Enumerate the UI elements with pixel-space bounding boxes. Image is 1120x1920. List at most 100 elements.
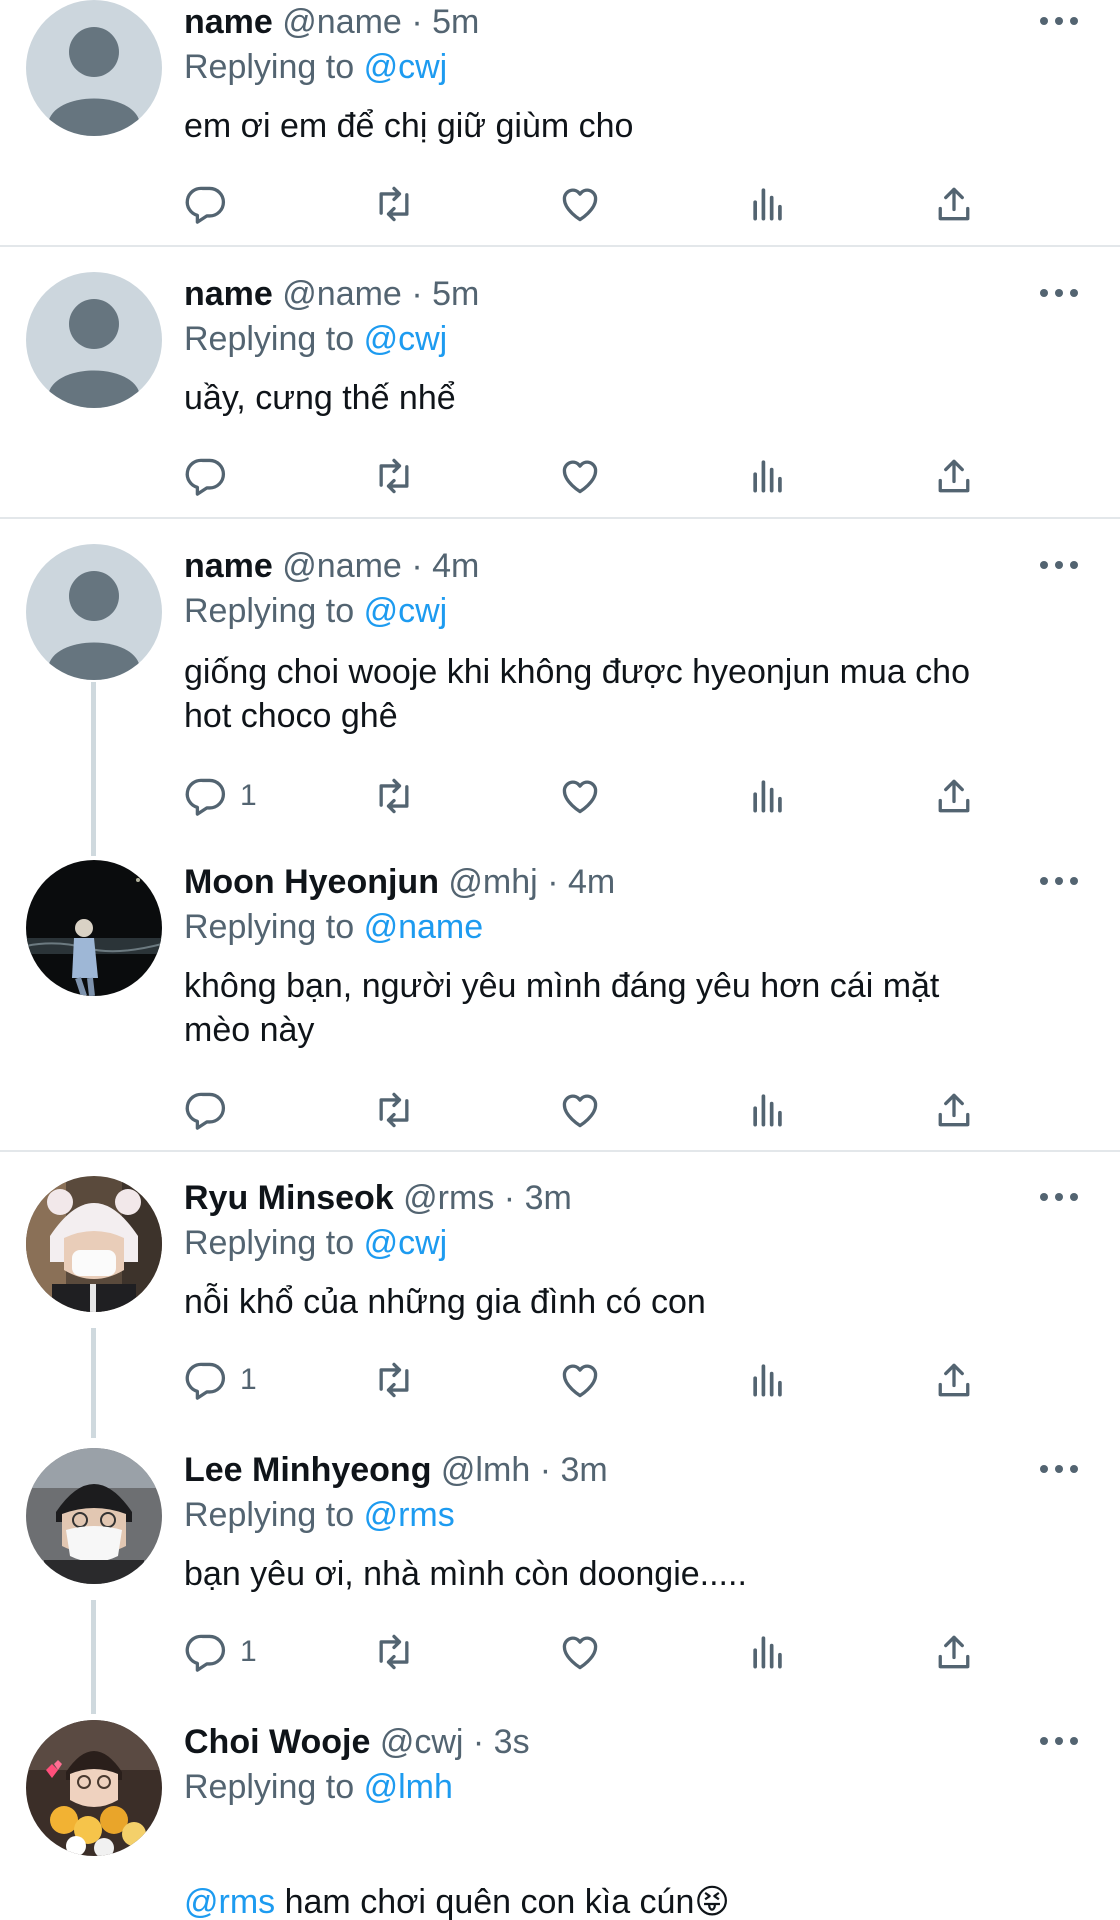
retweet-button[interactable] (372, 1354, 416, 1406)
handle[interactable]: @cwj (380, 1723, 464, 1761)
share-icon (938, 779, 970, 813)
avatar[interactable] (26, 1448, 162, 1584)
tweet[interactable]: name @name · 5m Replying to @cwj em ơi e… (0, 0, 1120, 245)
like-button[interactable] (558, 770, 602, 822)
replying-to: Replying to @cwj (184, 589, 447, 633)
separator: · (547, 863, 559, 901)
replying-to-mention[interactable]: @cwj (364, 1224, 448, 1262)
views-button[interactable] (746, 1626, 790, 1678)
like-button[interactable] (558, 1084, 602, 1136)
reply-button[interactable]: 1 (184, 1626, 257, 1678)
retweet-button[interactable] (372, 178, 416, 230)
avatar[interactable] (26, 544, 162, 680)
display-name[interactable]: name (184, 547, 273, 585)
reply-button[interactable] (184, 178, 240, 230)
replying-to-mention[interactable]: @lmh (364, 1768, 453, 1806)
timestamp[interactable]: 3s (494, 1723, 530, 1761)
replying-prefix: Replying to (184, 48, 355, 86)
text-mention[interactable]: @rms (184, 1883, 275, 1920)
avatar[interactable] (26, 1176, 162, 1312)
timestamp[interactable]: 5m (432, 3, 479, 41)
share-button[interactable] (932, 178, 976, 230)
share-icon (938, 1635, 970, 1669)
display-name[interactable]: Lee Minhyeong (184, 1451, 431, 1489)
timestamp[interactable]: 4m (432, 547, 479, 585)
avatar[interactable] (26, 1720, 162, 1856)
replying-to-mention[interactable]: @cwj (364, 592, 448, 630)
default-avatar-icon (26, 0, 162, 136)
like-button[interactable] (558, 1626, 602, 1678)
avatar[interactable] (26, 272, 162, 408)
timestamp[interactable]: 3m (560, 1451, 607, 1489)
share-button[interactable] (932, 1626, 976, 1678)
tweet[interactable]: Lee Minhyeong @lmh · 3m Replying to @rms… (0, 1448, 1120, 1708)
display-name[interactable]: Choi Wooje (184, 1723, 370, 1761)
divider (0, 245, 1120, 247)
like-icon (562, 188, 598, 222)
tweet[interactable]: Moon Hyeonjun @mhj · 4m Replying to @nam… (0, 860, 1120, 1150)
timestamp[interactable]: 5m (432, 275, 479, 313)
reply-button[interactable] (184, 1084, 240, 1136)
retweet-icon (379, 1362, 409, 1398)
replying-prefix: Replying to (184, 1768, 355, 1806)
retweet-button[interactable] (372, 450, 416, 502)
retweet-button[interactable] (372, 1626, 416, 1678)
reply-button[interactable]: 1 (184, 1354, 257, 1406)
more-icon[interactable] (1036, 550, 1082, 580)
share-button[interactable] (932, 450, 976, 502)
replying-to-mention[interactable]: @name (364, 908, 484, 946)
share-button[interactable] (932, 1084, 976, 1136)
display-name[interactable]: Moon Hyeonjun (184, 863, 439, 901)
tweet[interactable]: name @name · 4m Replying to @cwj giống c… (0, 544, 1120, 844)
like-icon (562, 1364, 598, 1398)
reply-icon (185, 1362, 226, 1400)
tweet-header: Ryu Minseok @rms · 3m (184, 1176, 572, 1220)
share-button[interactable] (932, 1354, 976, 1406)
tweet-header: Choi Wooje @cwj · 3s (184, 1720, 530, 1764)
display-name[interactable]: name (184, 275, 273, 313)
more-icon[interactable] (1036, 1182, 1082, 1212)
more-icon[interactable] (1036, 1726, 1082, 1756)
replying-to-mention[interactable]: @cwj (364, 320, 448, 358)
views-icon (753, 1094, 782, 1127)
display-name[interactable]: Ryu Minseok (184, 1179, 394, 1217)
more-icon[interactable] (1036, 6, 1082, 36)
tweet[interactable]: Ryu Minseok @rms · 3m Replying to @cwj n… (0, 1176, 1120, 1436)
like-button[interactable] (558, 450, 602, 502)
handle[interactable]: @rms (403, 1179, 494, 1217)
more-icon[interactable] (1036, 866, 1082, 896)
tweet[interactable]: name @name · 5m Replying to @cwj uầy, cư… (0, 272, 1120, 517)
more-icon[interactable] (1036, 278, 1082, 308)
action-bar (0, 450, 1120, 502)
avatar[interactable] (26, 860, 162, 996)
handle[interactable]: @name (282, 275, 402, 313)
timestamp[interactable]: 3m (525, 1179, 572, 1217)
replying-to-mention[interactable]: @cwj (364, 48, 448, 86)
replying-to-mention[interactable]: @rms (364, 1496, 455, 1534)
handle[interactable]: @lmh (441, 1451, 530, 1489)
display-name[interactable]: name (184, 3, 273, 41)
like-button[interactable] (558, 178, 602, 230)
views-button[interactable] (746, 450, 790, 502)
views-button[interactable] (746, 770, 790, 822)
like-icon (562, 1094, 598, 1128)
handle[interactable]: @name (282, 547, 402, 585)
more-icon[interactable] (1036, 1454, 1082, 1484)
views-button[interactable] (746, 178, 790, 230)
reply-button[interactable]: 1 (184, 770, 257, 822)
action-bar: 1 (0, 1354, 1120, 1406)
views-button[interactable] (746, 1354, 790, 1406)
timestamp[interactable]: 4m (568, 863, 615, 901)
handle[interactable]: @mhj (448, 863, 537, 901)
share-icon (938, 1093, 970, 1127)
share-button[interactable] (932, 770, 976, 822)
like-button[interactable] (558, 1354, 602, 1406)
retweet-button[interactable] (372, 1084, 416, 1136)
handle[interactable]: @name (282, 3, 402, 41)
separator: · (411, 547, 423, 585)
tweet[interactable]: Choi Wooje @cwj · 3s Replying to @lmh @r… (0, 1720, 1120, 1920)
reply-button[interactable] (184, 450, 240, 502)
views-button[interactable] (746, 1084, 790, 1136)
retweet-button[interactable] (372, 770, 416, 822)
avatar[interactable] (26, 0, 162, 136)
